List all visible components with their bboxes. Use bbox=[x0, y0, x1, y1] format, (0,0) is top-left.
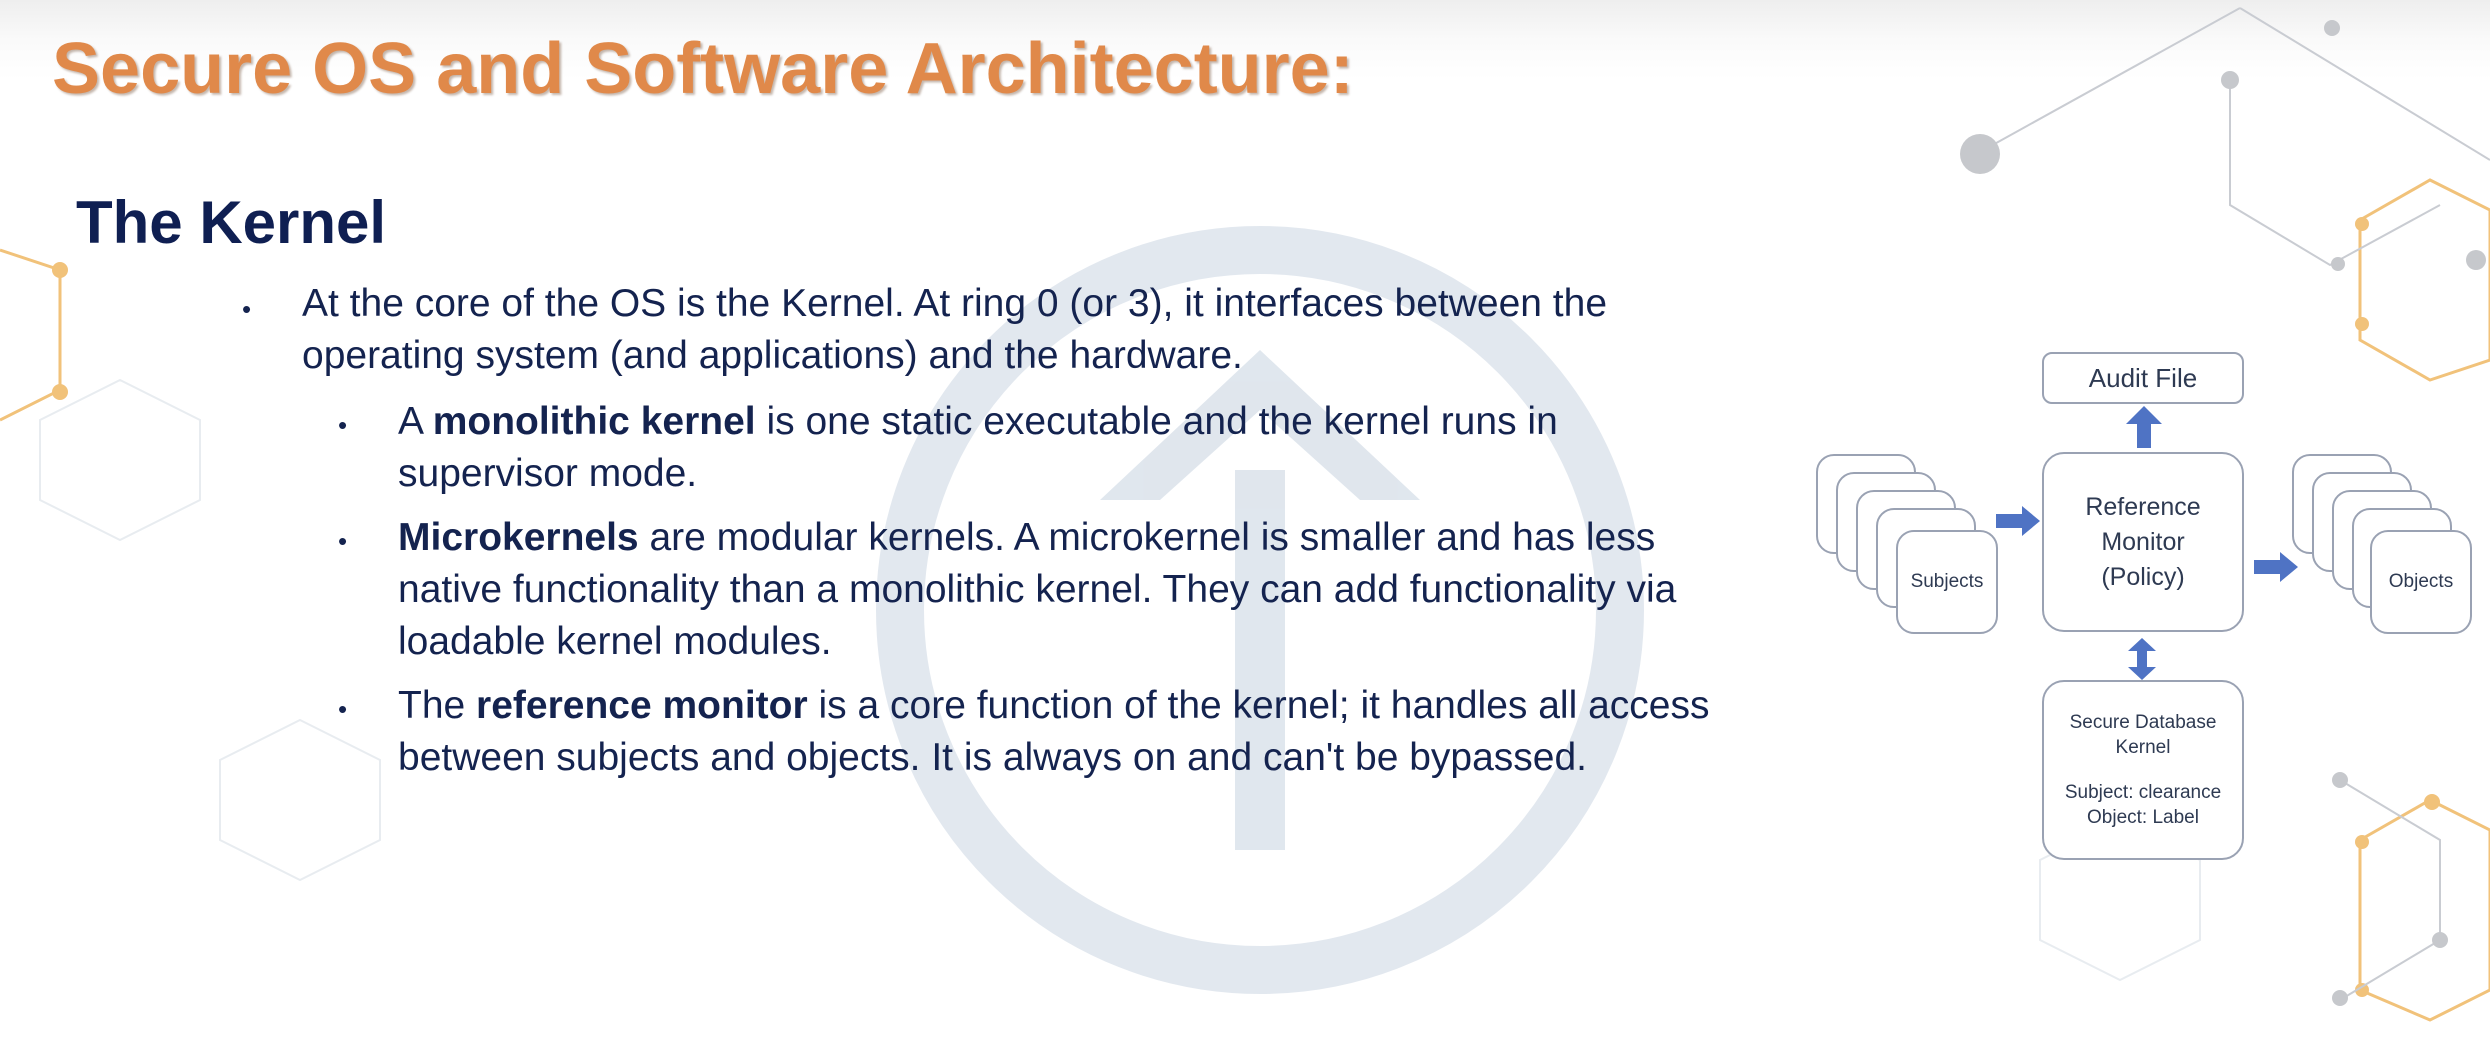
secure-kernel-label: Kernel bbox=[2115, 737, 2171, 758]
reference-monitor-box: Reference Monitor (Policy) bbox=[2042, 452, 2244, 632]
bullet-marker: • bbox=[338, 526, 348, 556]
bullet-kernel-core: At the core of the OS is the Kernel. At … bbox=[302, 282, 1608, 377]
reference-monitor-label: (Policy) bbox=[2101, 562, 2185, 591]
kernel-subject-label: Subject: clearance bbox=[2064, 782, 2222, 803]
subjects-label: Subjects bbox=[1910, 571, 1984, 592]
secure-kernel-box: Secure Database Kernel Subject: clearanc… bbox=[2042, 680, 2244, 860]
term-monolithic-kernel: monolithic kernel bbox=[432, 400, 756, 443]
reference-monitor-label: Monitor bbox=[2101, 527, 2185, 556]
arrow-up-icon bbox=[2126, 406, 2162, 448]
bullet-marker: • bbox=[242, 294, 252, 324]
bullet-microkernels: Microkernels are modular kernels. A micr… bbox=[398, 516, 1677, 663]
slide-title: Secure OS and Software Architecture: bbox=[52, 29, 1354, 109]
bullet-monolithic-kernel: A monolithic kernel is one static execut… bbox=[398, 400, 1558, 495]
section-heading: The Kernel bbox=[76, 189, 387, 256]
bullet-marker: • bbox=[338, 410, 348, 440]
kernel-object-label: Object: Label bbox=[2087, 807, 2199, 828]
slide: Secure OS and Software Architecture: The… bbox=[0, 0, 2490, 1064]
secure-kernel-label: Secure Database bbox=[2069, 712, 2217, 733]
audit-file-box: Audit File bbox=[2042, 352, 2244, 404]
term-microkernels: Microkernels bbox=[398, 516, 639, 559]
arrow-updown-icon bbox=[2128, 638, 2156, 680]
reference-monitor-label: Reference bbox=[2085, 492, 2201, 521]
term-reference-monitor: reference monitor bbox=[476, 684, 808, 727]
audit-file-label: Audit File bbox=[2088, 362, 2198, 393]
arrow-right-icon bbox=[1996, 506, 2040, 536]
subjects-box: Subjects bbox=[1896, 530, 1998, 634]
arrow-right-icon bbox=[2254, 552, 2298, 582]
bullet-reference-monitor: The reference monitor is a core function… bbox=[398, 684, 1710, 779]
objects-box: Objects bbox=[2370, 530, 2472, 634]
bullet-marker: • bbox=[338, 694, 348, 724]
objects-label: Objects bbox=[2388, 571, 2454, 592]
